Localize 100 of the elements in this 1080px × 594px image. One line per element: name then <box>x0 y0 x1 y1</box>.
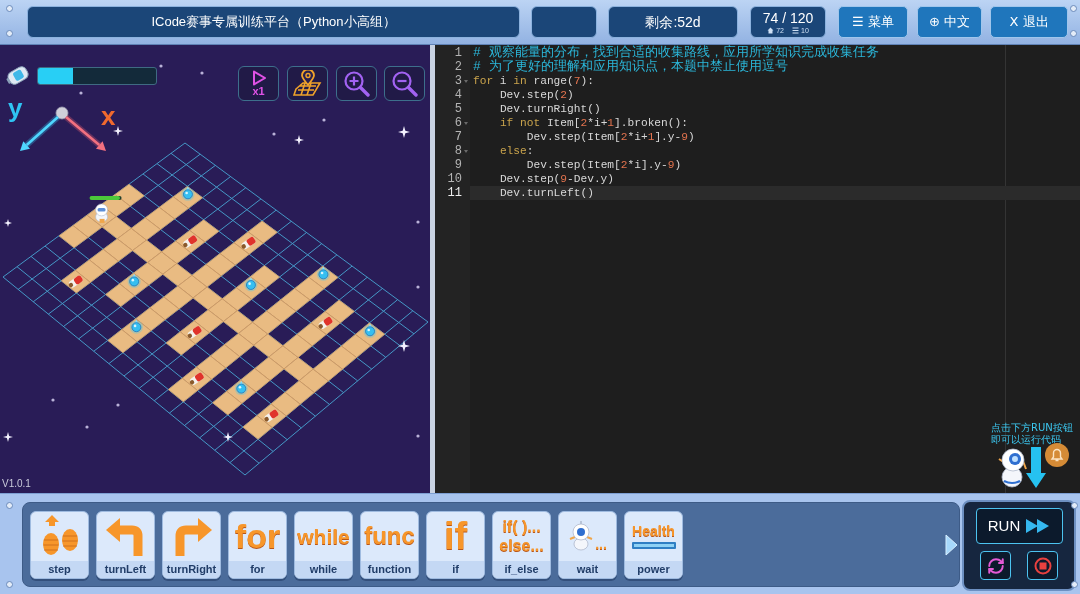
block-label: turnRight <box>163 560 220 578</box>
floor-tile <box>102 238 133 262</box>
floor-tile <box>298 368 329 393</box>
house-icon <box>767 27 775 34</box>
ellipsis-text: ... <box>595 537 607 551</box>
star-dot-icon <box>116 403 120 407</box>
code-line: if not Item[2*i+1].broken(): <box>499 116 688 130</box>
block-label: power <box>625 560 682 578</box>
star-dot-icon <box>416 434 420 438</box>
stop-button[interactable] <box>1027 551 1058 580</box>
health-label: Health <box>632 523 675 539</box>
keyword-art: for <box>234 519 281 553</box>
block-label: for <box>229 560 286 578</box>
capsule-icon <box>187 325 203 340</box>
fold-arrow-icon[interactable] <box>464 121 468 125</box>
refresh-icon <box>986 556 1005 575</box>
run-button[interactable]: RUN <box>975 508 1063 544</box>
sparkle-icon <box>223 432 233 442</box>
floor-tile <box>252 310 283 335</box>
code-line: Dev.step(9-Dev.y) <box>499 172 615 186</box>
line-number: 11 <box>447 186 462 200</box>
command-block[interactable]: ... wait <box>558 510 617 579</box>
command-block[interactable]: for for <box>228 510 287 579</box>
code-line: Dev.turnLeft() <box>499 186 594 200</box>
code-line: else: <box>499 144 534 158</box>
floor-tile <box>58 225 89 249</box>
robot-icon <box>95 203 108 223</box>
axis-label: x <box>101 102 116 130</box>
line-number: 3 <box>454 74 462 88</box>
code-line: Dev.turnRight() <box>499 102 601 116</box>
speed-button[interactable]: x1 <box>238 66 279 101</box>
play-icon <box>250 70 267 86</box>
command-block[interactable]: turnLeft <box>96 510 155 579</box>
line-number: 6 <box>454 116 462 130</box>
capsule-icon <box>263 408 280 423</box>
line-number: 10 <box>447 172 462 186</box>
capsule-icon <box>68 274 84 289</box>
axis-origin-icon <box>55 106 69 120</box>
command-block[interactable]: Health power <box>624 510 683 579</box>
screw-icon <box>1070 30 1077 37</box>
star-dot-icon <box>159 64 163 68</box>
map-button[interactable] <box>287 66 328 101</box>
line-number: 2 <box>454 60 462 74</box>
floor-tile <box>223 310 253 334</box>
code-line: # 观察能量的分布，找到合适的收集路线，应用所学知识完成收集任务 <box>473 46 879 60</box>
floor-tile <box>312 357 343 382</box>
stop-icon <box>1033 556 1052 575</box>
sparkle-icon <box>398 126 410 138</box>
code-line: Dev.step(2) <box>499 88 574 102</box>
floor-tile <box>280 288 311 312</box>
zoom-in-icon <box>343 70 370 97</box>
fold-arrow-icon[interactable] <box>464 79 468 83</box>
capsule-icon <box>317 316 334 330</box>
zoom-in-button[interactable] <box>336 66 377 101</box>
health-bar <box>89 195 122 200</box>
robot-icon <box>568 521 595 551</box>
expand-arrow-icon[interactable] <box>945 533 958 556</box>
header-button[interactable]: X 退出 <box>990 6 1068 38</box>
remaining-days: 剩余:52d <box>608 6 738 38</box>
line-number: 4 <box>454 88 462 102</box>
block-label: turnLeft <box>97 560 154 578</box>
line-number: 8 <box>454 144 462 158</box>
block-label: if_else <box>493 560 550 578</box>
floor-tile <box>254 356 285 381</box>
star-dot-icon <box>79 91 83 95</box>
screw-icon <box>6 5 13 12</box>
command-block[interactable]: step <box>30 510 89 579</box>
floor-tile <box>191 264 222 288</box>
keyword-art: if <box>443 517 468 555</box>
floor-tile <box>224 333 255 357</box>
floor-tile <box>205 253 236 277</box>
reset-button[interactable] <box>980 551 1011 580</box>
screw-icon <box>1070 5 1077 12</box>
floor-tile <box>162 263 193 287</box>
keyword-art: func <box>364 524 415 548</box>
floor-tile <box>163 285 194 310</box>
command-block[interactable]: func function <box>360 510 419 579</box>
fold-arrow-icon[interactable] <box>464 149 468 153</box>
command-block[interactable]: if( )... else... if_else <box>492 510 551 579</box>
floor-tile <box>283 357 314 382</box>
line-number: 1 <box>454 46 462 60</box>
health-meter-icon <box>631 541 676 549</box>
star-dot-icon <box>416 285 420 289</box>
floor-tile <box>144 206 175 230</box>
capsule-icon <box>182 234 198 249</box>
line-number: 5 <box>454 102 462 116</box>
code-editor[interactable] <box>435 45 1080 493</box>
floor-tile <box>284 380 315 405</box>
line-number: 9 <box>454 158 462 172</box>
zoom-out-button[interactable] <box>384 66 425 101</box>
floor-tile <box>192 286 223 311</box>
header-button[interactable]: ⊕ 中文 <box>917 6 982 38</box>
command-block[interactable]: if if <box>426 510 485 579</box>
blank-panel <box>531 6 597 38</box>
command-block[interactable]: turnRight <box>162 510 221 579</box>
command-block[interactable]: while while <box>294 510 353 579</box>
header-button[interactable]: ☰ 菜单 <box>838 6 908 38</box>
star-dot-icon <box>85 425 89 429</box>
keyword-art: if( )... else... <box>499 517 544 555</box>
capsule-icon <box>240 236 257 250</box>
